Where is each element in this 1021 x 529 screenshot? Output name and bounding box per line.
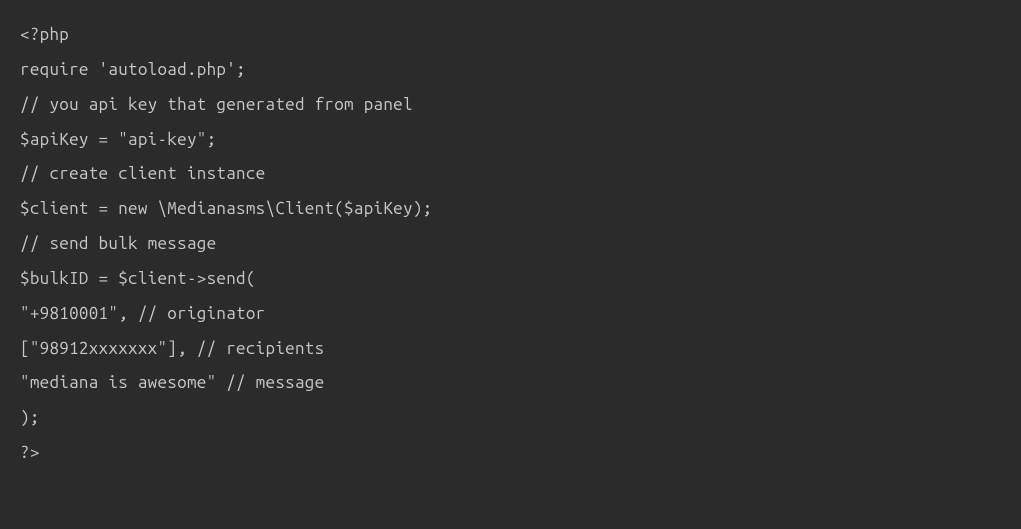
code-line: ["98912xxxxxxx"], // recipients xyxy=(20,332,1001,367)
code-line: "+9810001", // originator xyxy=(20,297,1001,332)
code-line: "mediana is awesome" // message xyxy=(20,366,1001,401)
code-block: <?php require 'autoload.php'; // you api… xyxy=(20,18,1001,471)
code-line: ?> xyxy=(20,436,1001,471)
code-line: $client = new \Medianasms\Client($apiKey… xyxy=(20,192,1001,227)
code-line: $apiKey = "api-key"; xyxy=(20,123,1001,158)
code-line: <?php xyxy=(20,18,1001,53)
code-line: // you api key that generated from panel xyxy=(20,88,1001,123)
code-line: ); xyxy=(20,401,1001,436)
code-line: $bulkID = $client->send( xyxy=(20,262,1001,297)
code-line: // create client instance xyxy=(20,157,1001,192)
code-line: // send bulk message xyxy=(20,227,1001,262)
code-line: require 'autoload.php'; xyxy=(20,53,1001,88)
